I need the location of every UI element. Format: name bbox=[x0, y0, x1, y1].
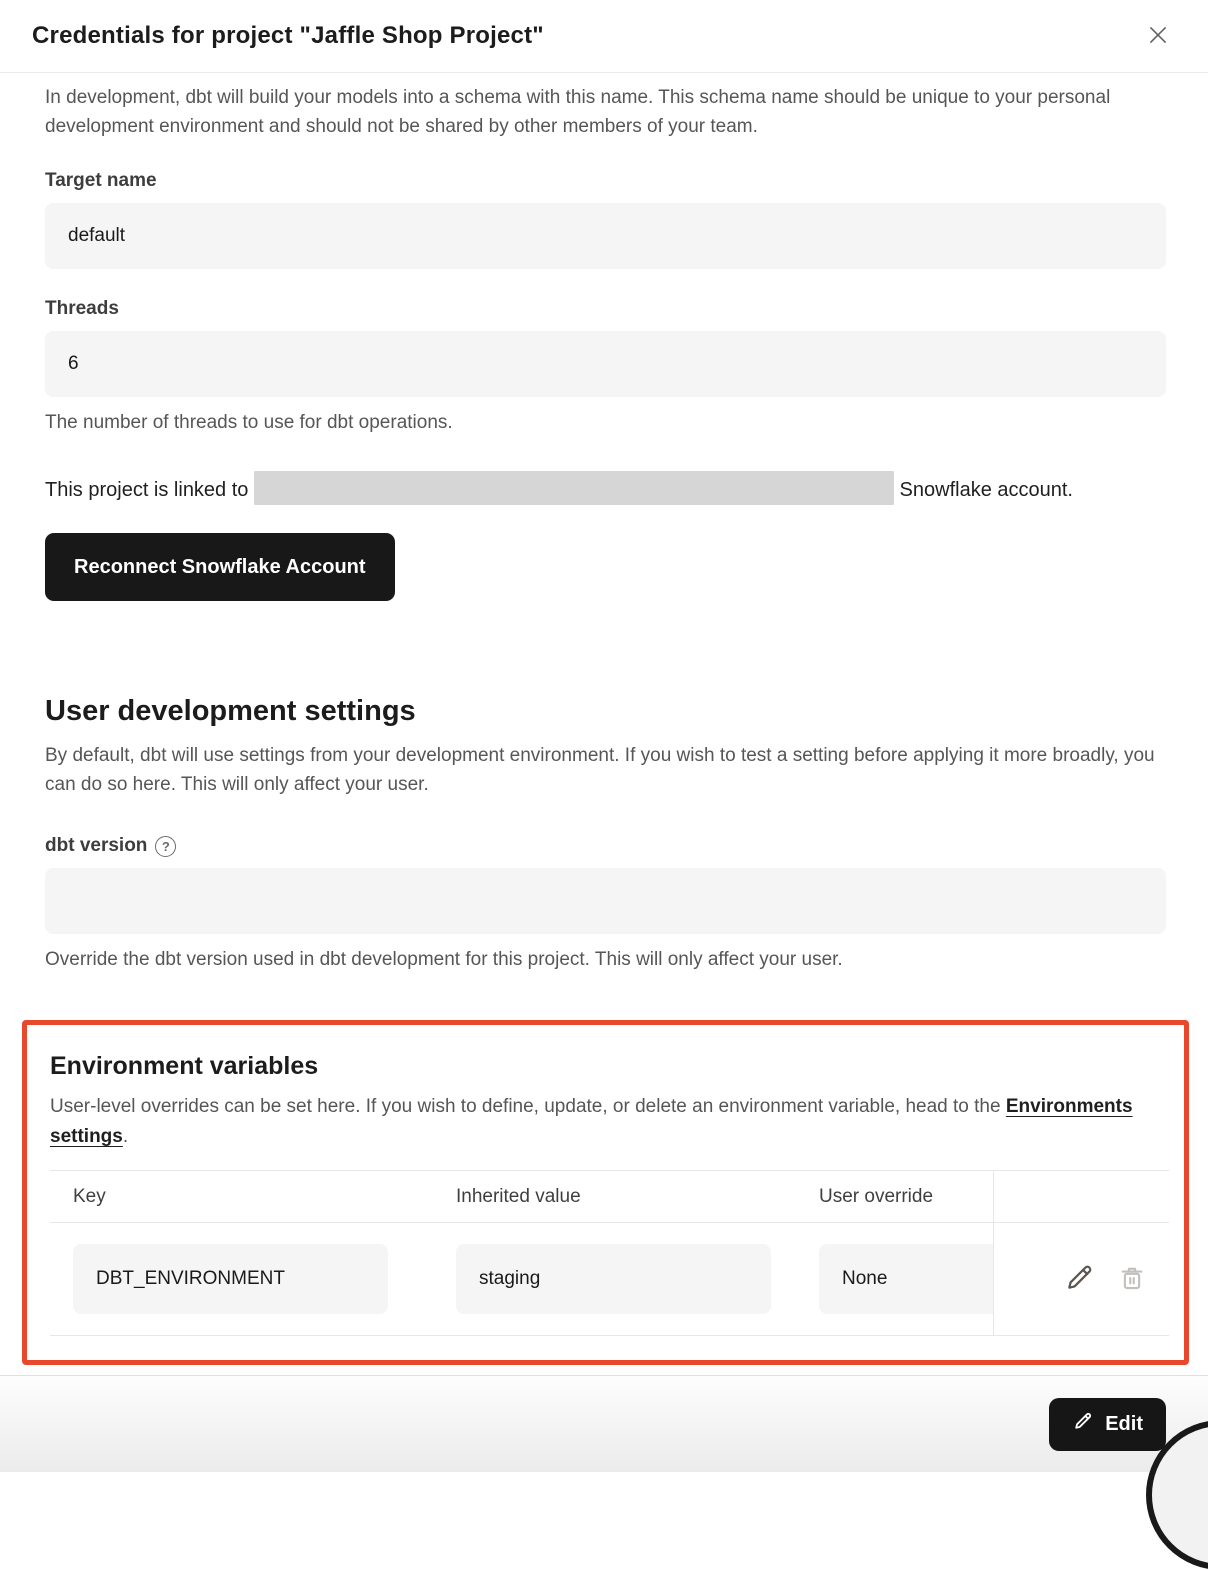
help-icon[interactable]: ? bbox=[155, 836, 176, 857]
env-var-actions-cell bbox=[993, 1223, 1169, 1335]
edit-pencil-icon bbox=[1072, 1410, 1094, 1438]
env-var-override-value: None bbox=[819, 1244, 993, 1314]
close-button[interactable] bbox=[1138, 16, 1178, 56]
dbt-version-input[interactable] bbox=[45, 868, 1166, 934]
env-var-key-cell: DBT_ENVIRONMENT bbox=[50, 1223, 433, 1335]
reconnect-snowflake-button[interactable]: Reconnect Snowflake Account bbox=[45, 533, 395, 601]
target-name-label: Target name bbox=[45, 170, 1166, 192]
env-description-period: . bbox=[123, 1126, 128, 1147]
linked-text-after: Snowflake account. bbox=[900, 479, 1073, 501]
edit-row-button[interactable] bbox=[1063, 1261, 1096, 1297]
edit-button-label: Edit bbox=[1105, 1413, 1143, 1436]
dbt-version-label-row: dbt version ? bbox=[45, 835, 1166, 857]
env-var-key-value: DBT_ENVIRONMENT bbox=[73, 1244, 388, 1314]
redacted-account-name bbox=[254, 471, 894, 505]
modal-header: Credentials for project "Jaffle Shop Pro… bbox=[0, 0, 1208, 73]
close-icon bbox=[1145, 22, 1171, 51]
dbt-version-label: dbt version bbox=[45, 835, 147, 857]
trash-icon bbox=[1117, 1263, 1147, 1296]
delete-row-button[interactable] bbox=[1117, 1263, 1147, 1296]
schema-intro-text: In development, dbt will build your mode… bbox=[45, 83, 1166, 141]
table-header-row: Key Inherited value User override bbox=[50, 1170, 1169, 1223]
env-variables-table: Key Inherited value User override DBT_EN… bbox=[50, 1170, 1169, 1336]
environment-variables-section-highlight: Environment variables User-level overrid… bbox=[22, 1020, 1189, 1365]
linked-text-before: This project is linked to bbox=[45, 479, 248, 501]
modal-body: In development, dbt will build your mode… bbox=[0, 83, 1208, 1365]
user-dev-settings-heading: User development settings bbox=[45, 695, 1166, 728]
environment-variables-description: User-level overrides can be set here. If… bbox=[50, 1092, 1169, 1152]
column-header-key: Key bbox=[50, 1171, 433, 1222]
edit-button[interactable]: Edit bbox=[1049, 1398, 1166, 1451]
modal-footer: Edit bbox=[0, 1375, 1208, 1472]
env-description-text: User-level overrides can be set here. If… bbox=[50, 1096, 1006, 1117]
modal-title: Credentials for project "Jaffle Shop Pro… bbox=[32, 22, 544, 50]
column-header-actions bbox=[993, 1171, 1169, 1222]
env-var-inherited-value: staging bbox=[456, 1244, 771, 1314]
column-header-user-override: User override bbox=[796, 1171, 993, 1222]
snowflake-linked-text: This project is linked to Snowflake acco… bbox=[45, 471, 1166, 508]
env-var-inherited-cell: staging bbox=[433, 1223, 796, 1335]
column-header-inherited-value: Inherited value bbox=[433, 1171, 796, 1222]
target-name-input[interactable] bbox=[45, 203, 1166, 269]
threads-help-text: The number of threads to use for dbt ope… bbox=[45, 412, 1166, 434]
dbt-version-help-text: Override the dbt version used in dbt dev… bbox=[45, 949, 1166, 971]
threads-input[interactable] bbox=[45, 331, 1166, 397]
table-row: DBT_ENVIRONMENT staging None bbox=[50, 1223, 1169, 1336]
environment-variables-heading: Environment variables bbox=[50, 1052, 1169, 1081]
user-dev-settings-description: By default, dbt will use settings from y… bbox=[45, 741, 1166, 799]
threads-label: Threads bbox=[45, 298, 1166, 320]
pencil-icon bbox=[1063, 1261, 1096, 1297]
env-var-override-cell: None bbox=[796, 1223, 993, 1335]
